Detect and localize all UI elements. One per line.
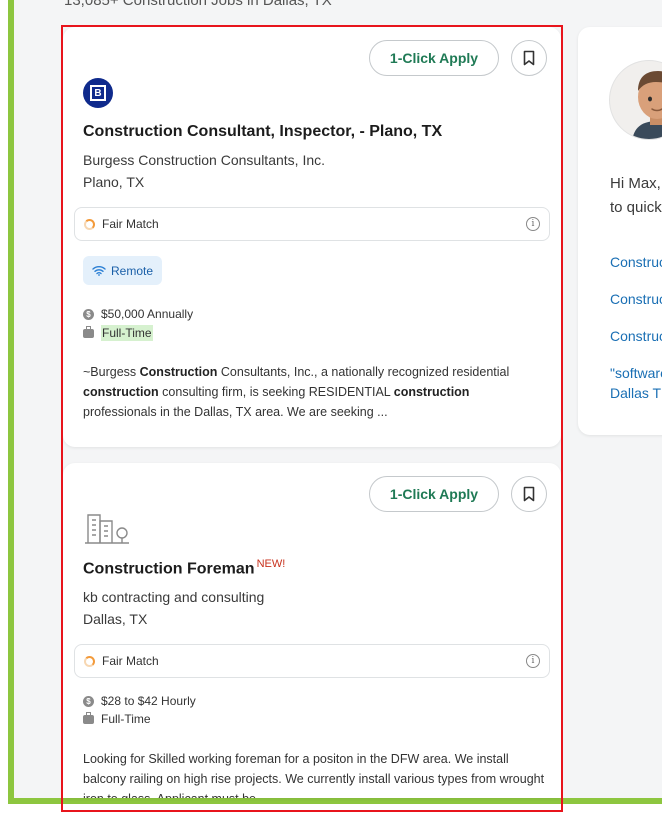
- snippet-segment: consulting firm, is seeking RESIDENTIAL: [158, 385, 394, 399]
- job-title-text: Construction Foreman: [83, 560, 255, 578]
- match-icon: [84, 219, 95, 230]
- company-name: Burgess Construction Consultants, Inc.: [83, 152, 326, 168]
- match-label: Fair Match: [102, 654, 159, 668]
- match-label: Fair Match: [102, 217, 159, 231]
- job-type-row: Full-Time: [83, 711, 151, 726]
- salary-text: $50,000 Annually: [101, 307, 194, 321]
- job-type-text: Full-Time: [101, 712, 151, 726]
- footer-blank: [0, 804, 662, 837]
- snippet-segment: Construction: [139, 365, 218, 379]
- assistant-card: Hi Max, to quick Construc Construc Const…: [578, 27, 662, 435]
- greeting-line: Hi Max,: [610, 175, 661, 192]
- company-logo: B: [83, 78, 113, 108]
- match-icon: [84, 656, 95, 667]
- suggested-search-link[interactable]: Construc: [610, 326, 662, 346]
- green-accent-left: [8, 0, 14, 804]
- new-badge: NEW!: [256, 558, 286, 570]
- briefcase-icon: [83, 711, 94, 724]
- snippet-segment: ~Burgess: [83, 365, 140, 379]
- building-icon: [83, 511, 131, 550]
- job-title[interactable]: Construction Foreman NEW!: [83, 558, 285, 578]
- suggested-search-link[interactable]: Construc: [610, 252, 662, 272]
- wifi-icon: [92, 266, 106, 276]
- briefcase-icon: [83, 325, 94, 338]
- company-name: kb contracting and consulting: [83, 589, 265, 605]
- job-title[interactable]: Construction Consultant, Inspector, - Pl…: [83, 123, 442, 141]
- remote-label: Remote: [111, 263, 154, 278]
- salary-row: $ $28 to $42 Hourly: [83, 694, 196, 708]
- info-icon[interactable]: i: [526, 217, 540, 231]
- snippet-segment: professionals in the Dallas, TX area. We…: [83, 405, 388, 419]
- dollar-icon: $: [83, 308, 94, 320]
- snippet-segment: Consultants, Inc., a nationally recogniz…: [217, 365, 510, 379]
- snippet-segment: construction: [393, 385, 470, 399]
- job-card[interactable]: 1-Click Apply Construction Foreman NEW! k…: [63, 463, 561, 798]
- avatar: [609, 60, 662, 140]
- assistant-greeting: Hi Max, to quick: [610, 172, 662, 220]
- suggested-search-link[interactable]: "software Dallas T: [610, 363, 662, 403]
- job-type-text: Full-Time: [101, 325, 153, 341]
- remote-badge: Remote: [83, 256, 163, 285]
- snippet-segment: Looking for Skilled working foreman for …: [83, 752, 545, 798]
- job-snippet: Looking for Skilled working foreman for …: [83, 749, 545, 798]
- job-location: Dallas, TX: [83, 611, 148, 627]
- salary-row: $ $50,000 Annually: [83, 307, 193, 321]
- match-indicator[interactable]: Fair Match i: [74, 644, 550, 678]
- salary-text: $28 to $42 Hourly: [101, 694, 196, 708]
- job-card[interactable]: 1-Click Apply B Construction Consultant,…: [63, 27, 561, 447]
- bookmark-icon: [523, 486, 535, 502]
- save-job-button[interactable]: [511, 476, 547, 512]
- jobs-count-heading: 13,085+ Construction Jobs in Dallas, TX: [64, 0, 332, 9]
- one-click-apply-button[interactable]: 1-Click Apply: [369, 40, 499, 76]
- bookmark-icon: [523, 50, 535, 66]
- job-location: Plano, TX: [83, 174, 145, 190]
- greeting-line: to quick: [610, 199, 662, 216]
- info-icon[interactable]: i: [526, 654, 540, 668]
- save-job-button[interactable]: [511, 40, 547, 76]
- dollar-icon: $: [83, 695, 94, 707]
- one-click-apply-button[interactable]: 1-Click Apply: [369, 476, 499, 512]
- match-indicator[interactable]: Fair Match i: [74, 207, 550, 241]
- job-type-row: Full-Time: [83, 325, 153, 341]
- snippet-segment: construction: [83, 385, 159, 399]
- link-line: Dallas T: [610, 385, 662, 401]
- link-line: "software: [610, 365, 662, 381]
- job-snippet: ~Burgess Construction Consultants, Inc.,…: [83, 362, 545, 422]
- suggested-search-link[interactable]: Construc: [610, 289, 662, 309]
